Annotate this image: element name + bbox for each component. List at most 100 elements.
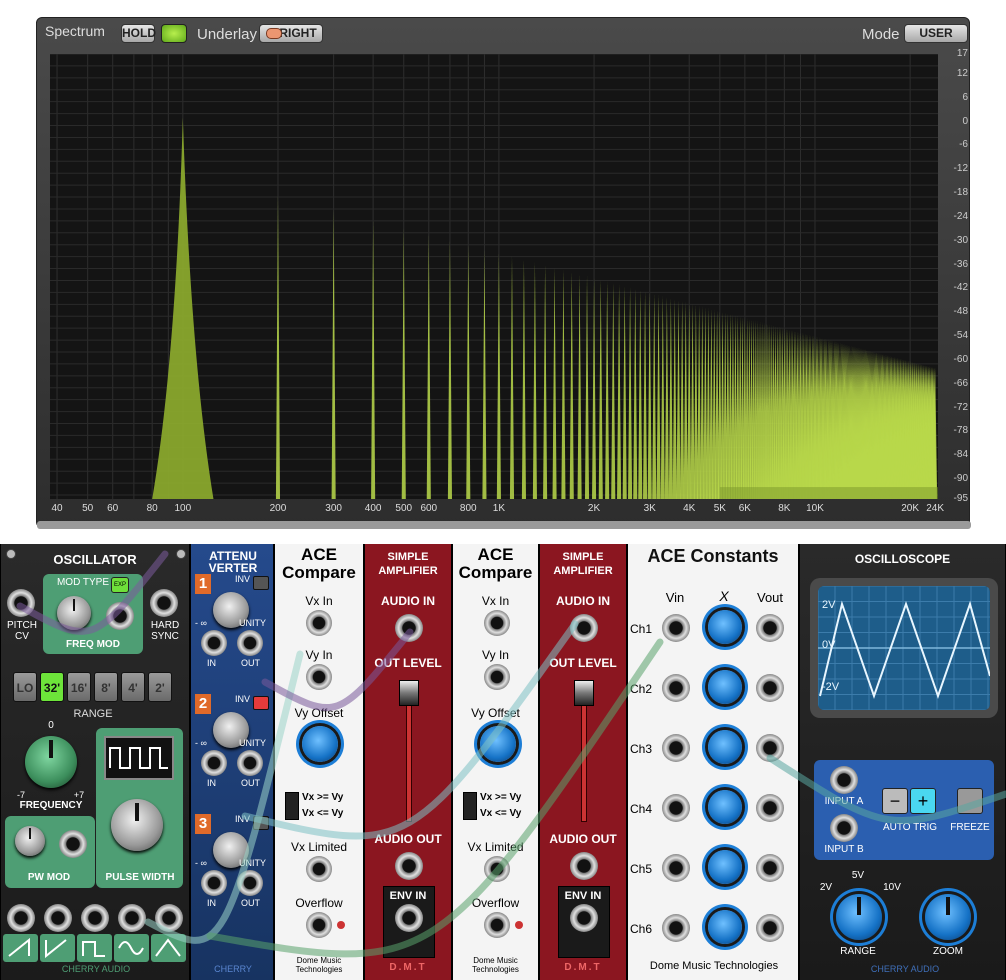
sine-out-jack[interactable] [118,904,146,932]
in-jack-3[interactable] [201,870,227,896]
vout-jack-4[interactable] [756,794,784,822]
input-b-label: INPUT B [824,844,864,855]
audio-in-label: AUDIO IN [381,594,435,608]
vin-jack-1[interactable] [662,614,690,642]
oscillator-module: OSCILLATOR MOD TYPE EXP FREQ MOD PITCH C… [0,544,190,980]
vin-jack-6[interactable] [662,914,690,942]
saw-down-out-jack[interactable] [44,904,72,932]
audio-out-label: AUDIO OUT [374,832,442,846]
env-in-jack[interactable] [395,904,423,932]
vx-in-jack[interactable] [484,610,510,636]
pw-mod-knob[interactable] [15,826,45,856]
range-knob-label: RANGE [840,946,876,957]
x-knob-2[interactable] [708,670,742,704]
range-button-4[interactable]: 4' [121,672,145,702]
vout-jack-5[interactable] [756,854,784,882]
pitch-cv-jack[interactable] [7,589,35,617]
x-knob-5[interactable] [708,850,742,884]
right-button[interactable]: RIGHT [259,24,323,43]
freq-mod-knob[interactable] [57,596,91,630]
out-jack-2[interactable] [237,750,263,776]
range-button-3[interactable]: 8' [94,672,118,702]
input-a-jack[interactable] [830,766,858,794]
freeze-button[interactable] [957,788,983,814]
vin-jack-3[interactable] [662,734,690,762]
out-jack-3[interactable] [237,870,263,896]
vy-in-jack[interactable] [306,664,332,690]
vx-in-jack[interactable] [306,610,332,636]
spectrum-title: Spectrum [45,23,105,39]
zoom-knob[interactable] [925,894,971,940]
scope-screen: 2V 0V -2V [818,586,990,710]
vy-offset-knob[interactable] [302,726,338,762]
overflow-jack[interactable] [484,912,510,938]
input-a-label: INPUT A [824,796,864,807]
audio-out-jack[interactable] [395,852,423,880]
square-out-jack[interactable] [81,904,109,932]
mod-type-label: MOD TYPE [56,577,110,588]
overflow-jack[interactable] [306,912,332,938]
exp-button[interactable]: EXP [111,577,129,593]
inv-button-2[interactable] [253,696,269,710]
vout-jack-2[interactable] [756,674,784,702]
simple-amplifier-module-2: SIMPLE AMPLIFIER AUDIO IN OUT LEVEL AUDIO O… [539,544,627,980]
vy-offset-knob[interactable] [480,726,516,762]
hold-led-toggle[interactable] [161,24,187,43]
audio-out-jack[interactable] [570,852,598,880]
trig-minus-button[interactable]: − [882,788,908,814]
frequency-knob[interactable] [25,736,77,788]
saw-up-out-jack[interactable] [7,904,35,932]
in-jack-2[interactable] [201,750,227,776]
triangle-out-jack[interactable] [155,904,183,932]
freq-mod-jack[interactable] [106,602,134,630]
input-b-jack[interactable] [830,814,858,842]
compare-mode-switch[interactable] [463,792,477,820]
inv-button-3[interactable] [253,816,269,830]
range-button-1[interactable]: 32' [40,672,64,702]
spectrum-scrollbar[interactable] [37,521,971,529]
compare-title: ACE Compare [458,545,533,582]
vx-limited-jack[interactable] [484,856,510,882]
out-level-label: OUT LEVEL [549,656,617,670]
vx-limited-jack[interactable] [306,856,332,882]
vx-in-label: Vx In [481,594,510,608]
audio-in-jack[interactable] [570,614,598,642]
vin-jack-4[interactable] [662,794,690,822]
fundamental-peak [152,117,214,499]
out-level-fader[interactable] [399,680,419,706]
vin-jack-5[interactable] [662,854,690,882]
range-button-2[interactable]: 16' [67,672,91,702]
cmp-ge-label: Vx >= Vy [480,792,522,803]
pw-mod-jack[interactable] [59,830,87,858]
range-button-5[interactable]: 2' [148,672,172,702]
vout-jack-6[interactable] [756,914,784,942]
simple-amplifier-module-1: SIMPLE AMPLIFIER AUDIO IN OUT LEVEL AUDIO O… [364,544,452,980]
range-knob[interactable] [836,894,882,940]
x-knob-3[interactable] [708,730,742,764]
x-knob-4[interactable] [708,790,742,824]
vy-in-jack[interactable] [484,664,510,690]
range-button-0[interactable]: LO [13,672,37,702]
channel-label-2: Ch2 [630,682,653,696]
x-knob-1[interactable] [708,610,742,644]
hold-button[interactable]: HOLD [121,24,156,43]
vin-jack-2[interactable] [662,674,690,702]
x-knob-6[interactable] [708,910,742,944]
inv-button-1[interactable] [253,576,269,590]
db-tick-label: 6 [962,91,968,103]
out-level-fader[interactable] [574,680,594,706]
mode-select[interactable]: USER [904,24,968,43]
hard-sync-jack[interactable] [150,589,178,617]
vout-jack-3[interactable] [756,734,784,762]
pulse-width-knob[interactable] [111,799,163,851]
range-mark-2v: 2V [819,882,833,893]
env-in-jack[interactable] [570,904,598,932]
compare-mode-switch[interactable] [285,792,299,820]
frequency-tick-label: 8K [778,503,791,514]
vout-jack-1[interactable] [756,614,784,642]
audio-in-jack[interactable] [395,614,423,642]
trig-plus-button[interactable]: + [910,788,936,814]
out-jack-1[interactable] [237,630,263,656]
in-jack-1[interactable] [201,630,227,656]
spectrum-trace [152,117,938,499]
